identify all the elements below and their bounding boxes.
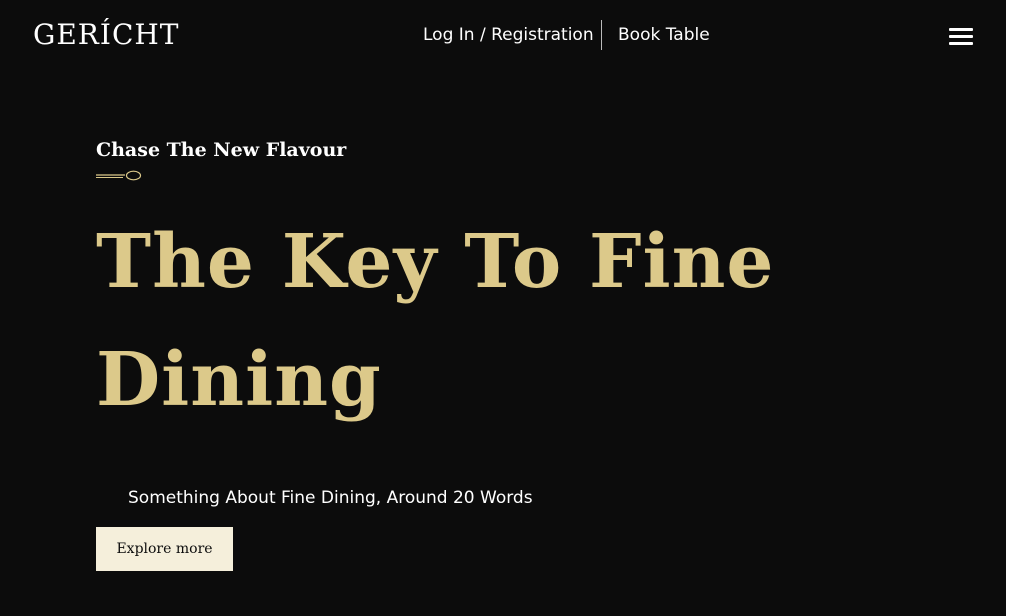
- hero-tagline: Chase The New Flavour: [96, 139, 347, 161]
- menu-bar: [949, 28, 973, 31]
- login-registration-link[interactable]: Log In / Registration: [423, 23, 594, 47]
- book-table-link[interactable]: Book Table: [618, 23, 710, 47]
- hamburger-menu-icon[interactable]: [944, 20, 978, 52]
- explore-more-button[interactable]: Explore more: [96, 527, 233, 571]
- spoon-icon: [96, 170, 142, 181]
- hero-subtext: Something About Fine Dining, Around 20 W…: [128, 488, 533, 508]
- nav-divider: [601, 20, 602, 50]
- menu-bar: [949, 42, 973, 45]
- menu-bar: [949, 35, 973, 38]
- logo[interactable]: GERÍCHT: [33, 18, 179, 52]
- hero-headline: The Key To Fine Dining: [96, 219, 775, 423]
- page: GERÍCHT Log In / Registration Book Table…: [0, 0, 1006, 616]
